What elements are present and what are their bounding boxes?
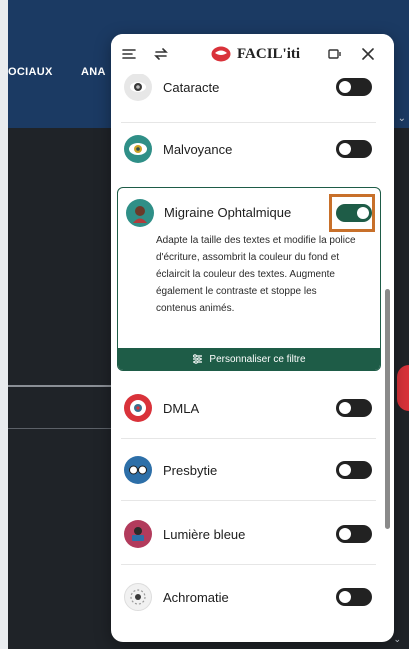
- person-migraine-icon: [126, 199, 154, 227]
- filter-label: Achromatie: [163, 589, 229, 605]
- low-vision-eye-icon: [124, 135, 152, 163]
- color-circle-icon: [124, 583, 152, 611]
- filter-label: DMLA: [163, 400, 200, 416]
- screen-light-icon: [124, 520, 152, 548]
- filter-label: Cataracte: [163, 79, 220, 95]
- divider: [121, 500, 376, 501]
- eye-lens-icon: [124, 73, 152, 101]
- swap-icon[interactable]: [151, 44, 171, 64]
- chevron-down-icon: ⌄: [393, 634, 401, 644]
- chevron-down-icon: ⌄: [397, 113, 406, 124]
- site-divider: [8, 385, 113, 387]
- filter-item-malvoyance[interactable]: Malvoyance: [111, 127, 394, 171]
- eye-macula-icon: [124, 394, 152, 422]
- toggle-migraine[interactable]: [336, 204, 372, 222]
- display-mode-icon[interactable]: [325, 44, 345, 64]
- brand-logo: FACIL'iti: [211, 42, 300, 66]
- faciliti-panel: FACIL'iti Cataracte Malvoyance Migraine …: [111, 34, 394, 642]
- customize-filter-label: Personnaliser ce filtre: [209, 353, 306, 365]
- customize-filter-button[interactable]: Personnaliser ce filtre: [118, 348, 380, 370]
- brand-eye-icon: [211, 46, 231, 62]
- filter-item-presbytie[interactable]: Presbytie: [111, 448, 394, 492]
- toggle-achromatie[interactable]: [336, 588, 372, 606]
- toggle-presbytie[interactable]: [336, 461, 372, 479]
- glasses-icon: [124, 456, 152, 484]
- divider: [121, 564, 376, 565]
- toggle-dmla[interactable]: [336, 399, 372, 417]
- divider: [121, 122, 376, 123]
- site-left-edge: [0, 0, 8, 649]
- filter-item-lumiere-bleue[interactable]: Lumière bleue: [111, 512, 394, 556]
- divider: [121, 438, 376, 439]
- toggle-lumiere-bleue[interactable]: [336, 525, 372, 543]
- filter-label: Migraine Ophtalmique: [164, 205, 292, 220]
- scrollbar[interactable]: [385, 289, 390, 529]
- site-divider: [8, 428, 113, 429]
- filter-item-achromatie[interactable]: Achromatie: [111, 575, 394, 619]
- close-icon[interactable]: [358, 44, 378, 64]
- sliders-icon: [193, 354, 203, 364]
- menu-icon[interactable]: [119, 44, 139, 64]
- panel-toolbar: FACIL'iti: [111, 34, 394, 74]
- filter-label: Lumière bleue: [163, 526, 246, 542]
- filter-label: Presbytie: [163, 462, 218, 478]
- filter-item-dmla[interactable]: DMLA: [111, 386, 394, 430]
- site-nav-item[interactable]: OCIAUX: [8, 66, 53, 78]
- filter-description: Adapte la taille des textes et modifie l…: [156, 235, 356, 314]
- site-nav-item[interactable]: ANA: [81, 66, 106, 78]
- toggle-cataracte[interactable]: [336, 78, 372, 96]
- filter-card-migraine: Migraine Ophtalmique Adapte la taille de…: [117, 187, 381, 371]
- toggle-malvoyance[interactable]: [336, 140, 372, 158]
- site-red-tab[interactable]: [397, 365, 409, 411]
- brand-name: FACIL'iti: [237, 45, 301, 62]
- filter-label: Malvoyance: [163, 141, 233, 157]
